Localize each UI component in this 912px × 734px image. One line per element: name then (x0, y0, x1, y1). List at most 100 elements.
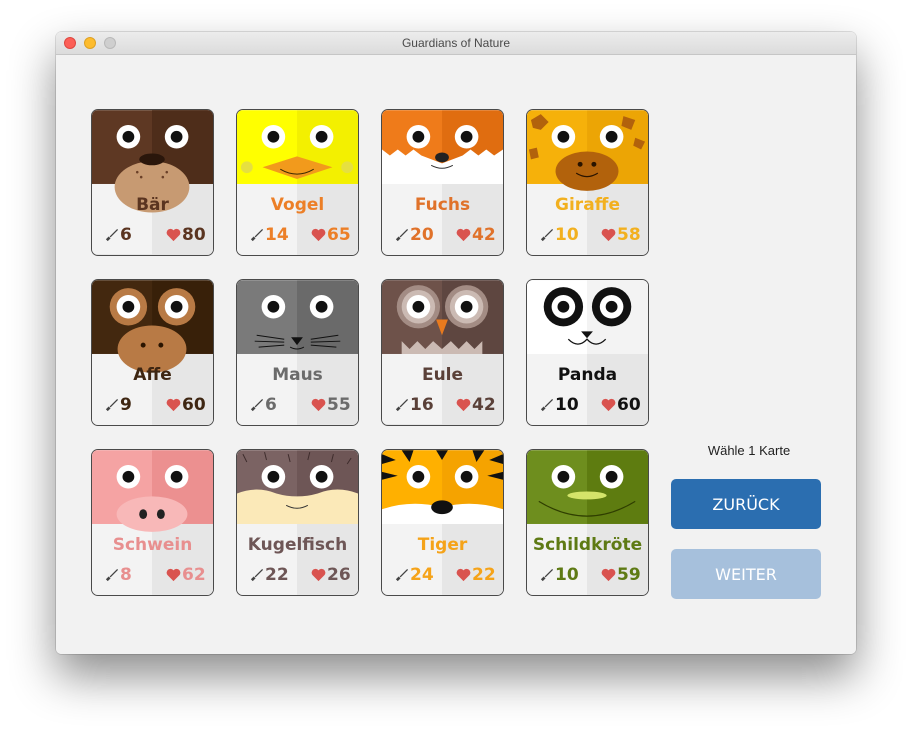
health-stat: 65 (311, 225, 351, 245)
attack-stat: 6 (104, 225, 132, 245)
health-value: 60 (182, 395, 206, 415)
sword-icon (250, 398, 264, 411)
health-stat: 80 (166, 225, 206, 245)
card-name: Kugelfisch (247, 535, 348, 555)
attack-value: 10 (555, 565, 579, 585)
attack-stat: 22 (249, 565, 289, 585)
heart-icon (456, 398, 471, 412)
health-value: 62 (182, 565, 206, 585)
health-stat: 42 (456, 225, 496, 245)
card-name: Affe (133, 365, 172, 385)
attack-value: 10 (555, 225, 579, 245)
health-value: 26 (327, 565, 351, 585)
attack-stat: 6 (249, 395, 277, 415)
card-eule[interactable]: Eule 16 42 (381, 279, 504, 426)
attack-stat: 20 (394, 225, 434, 245)
attack-value: 14 (265, 225, 289, 245)
card-baer[interactable]: Bär 6 80 (91, 109, 214, 256)
card-vogel[interactable]: Vogel 14 65 (236, 109, 359, 256)
attack-stat: 14 (249, 225, 289, 245)
card-maus[interactable]: Maus 6 55 (236, 279, 359, 426)
card-giraffe[interactable]: Giraffe 10 58 (526, 109, 649, 256)
sword-icon (395, 228, 409, 241)
card-fuchs[interactable]: Fuchs 20 42 (381, 109, 504, 256)
card-tiger[interactable]: Tiger 24 22 (381, 449, 504, 596)
card-name: Schildkröte (532, 535, 643, 555)
attack-stat: 10 (539, 225, 579, 245)
health-stat: 60 (601, 395, 641, 415)
health-stat: 62 (166, 565, 206, 585)
card-name: Fuchs (414, 195, 471, 215)
health-stat: 55 (311, 395, 351, 415)
attack-value: 16 (410, 395, 434, 415)
sword-icon (540, 228, 554, 241)
heart-icon (456, 568, 471, 582)
health-value: 80 (182, 225, 206, 245)
attack-stat: 8 (104, 565, 132, 585)
card-panda[interactable]: Panda 10 60 (526, 279, 649, 426)
sword-icon (395, 398, 409, 411)
sword-icon (540, 568, 554, 581)
health-value: 59 (617, 565, 641, 585)
attack-stat: 16 (394, 395, 434, 415)
attack-stat: 9 (104, 395, 132, 415)
health-value: 42 (472, 395, 496, 415)
heart-icon (311, 568, 326, 582)
health-stat: 22 (456, 565, 496, 585)
health-stat: 59 (601, 565, 641, 585)
attack-stat: 10 (539, 395, 579, 415)
health-stat: 60 (166, 395, 206, 415)
attack-value: 22 (265, 565, 289, 585)
attack-value: 9 (120, 395, 132, 415)
heart-icon (166, 228, 181, 242)
attack-value: 6 (265, 395, 277, 415)
heart-icon (601, 228, 616, 242)
attack-value: 20 (410, 225, 434, 245)
attack-value: 24 (410, 565, 434, 585)
attack-value: 6 (120, 225, 132, 245)
card-name: Panda (557, 365, 618, 385)
card-name: Vogel (270, 195, 325, 215)
health-stat: 58 (601, 225, 641, 245)
back-button[interactable]: ZURÜCK (671, 479, 821, 529)
attack-stat: 24 (394, 565, 434, 585)
card-affe[interactable]: Affe 9 60 (91, 279, 214, 426)
card-name: Maus (272, 365, 323, 385)
attack-stat: 10 (539, 565, 579, 585)
heart-icon (456, 228, 471, 242)
card-schwein[interactable]: Schwein 8 62 (91, 449, 214, 596)
attack-value: 10 (555, 395, 579, 415)
next-button[interactable]: WEITER (671, 549, 821, 599)
health-value: 60 (617, 395, 641, 415)
heart-icon (601, 398, 616, 412)
heart-icon (166, 568, 181, 582)
sword-icon (250, 228, 264, 241)
health-value: 58 (617, 225, 641, 245)
sword-icon (105, 398, 119, 411)
heart-icon (601, 568, 616, 582)
health-stat: 42 (456, 395, 496, 415)
sword-icon (395, 568, 409, 581)
health-value: 65 (327, 225, 351, 245)
card-name: Bär (136, 195, 169, 215)
sword-icon (105, 568, 119, 581)
card-kugelfisch[interactable]: Kugelfisch 22 26 (236, 449, 359, 596)
heart-icon (311, 228, 326, 242)
card-name: Giraffe (555, 195, 620, 215)
health-value: 22 (472, 565, 496, 585)
sword-icon (250, 568, 264, 581)
card-name: Tiger (417, 535, 468, 555)
health-value: 55 (327, 395, 351, 415)
title-bar: Guardians of Nature (56, 32, 856, 55)
attack-value: 8 (120, 565, 132, 585)
app-window: Guardians of Nature Bär 6 80 Vogel 14 65… (56, 32, 856, 654)
heart-icon (166, 398, 181, 412)
card-schildkroete[interactable]: Schildkröte 10 59 (526, 449, 649, 596)
select-hint: Wähle 1 Karte (707, 443, 791, 458)
heart-icon (311, 398, 326, 412)
health-value: 42 (472, 225, 496, 245)
sword-icon (540, 398, 554, 411)
window-title: Guardians of Nature (401, 36, 511, 50)
health-stat: 26 (311, 565, 351, 585)
card-name: Eule (421, 365, 464, 385)
